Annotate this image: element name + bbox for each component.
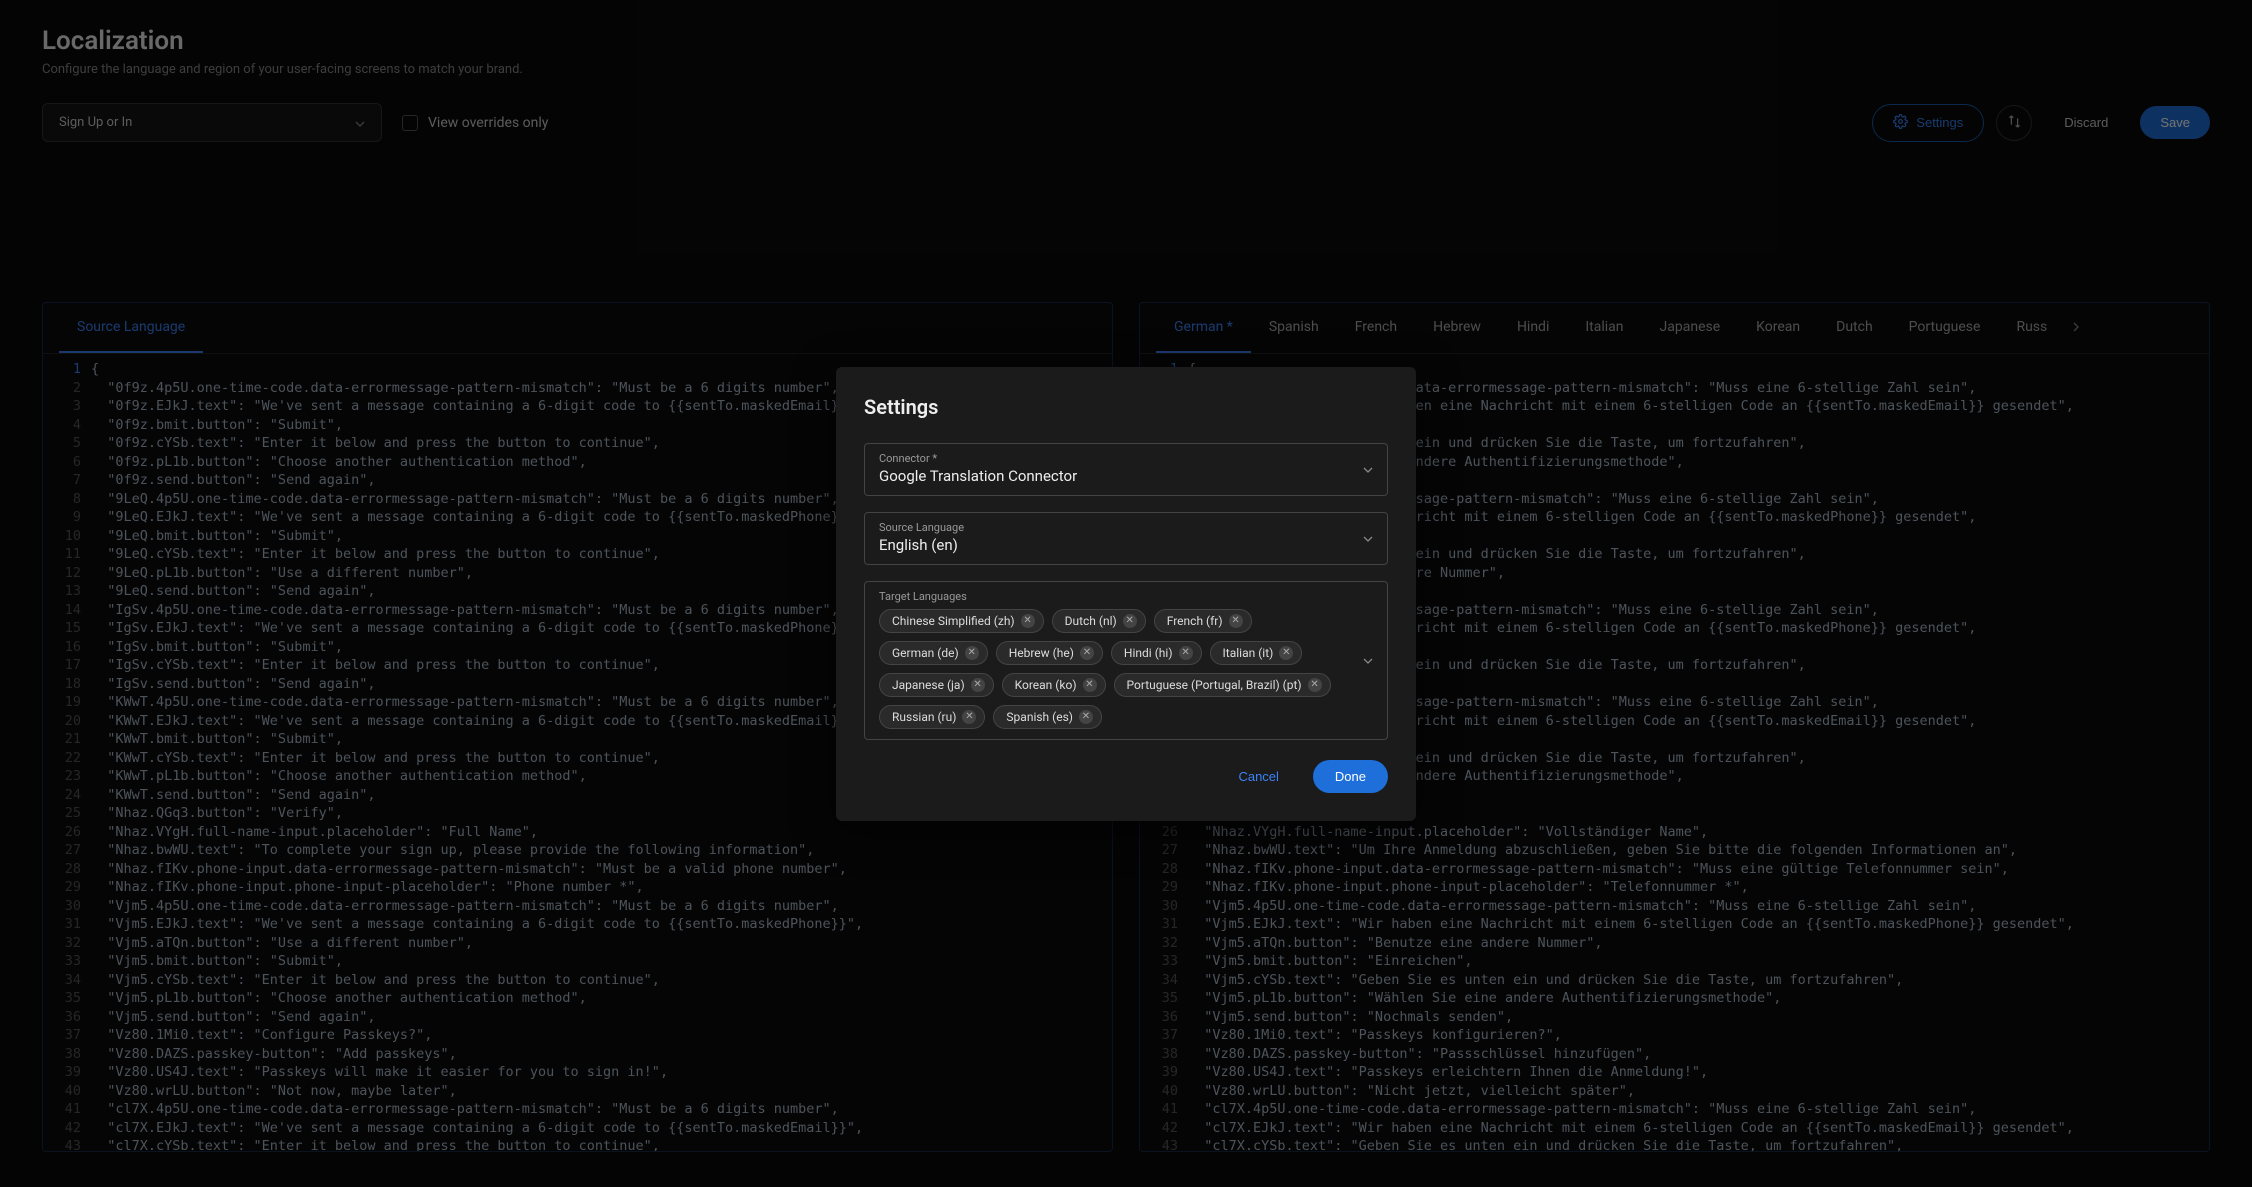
settings-modal: Settings Connector * Google Translation … — [836, 367, 1416, 821]
chip-label: French (fr) — [1167, 614, 1223, 628]
source-language-value: English (en) — [879, 536, 958, 554]
chip-label: Portuguese (Portugal, Brazil) (pt) — [1127, 678, 1302, 692]
chevron-down-icon — [1363, 655, 1373, 665]
chevron-down-icon — [1363, 464, 1373, 474]
target-languages-label: Target Languages — [879, 590, 1347, 603]
target-languages-select[interactable]: Target Languages Chinese Simplified (zh)… — [864, 581, 1388, 740]
chip-remove-icon[interactable]: ✕ — [1279, 646, 1293, 660]
language-chip: Spanish (es) ✕ — [993, 705, 1102, 729]
done-button[interactable]: Done — [1313, 760, 1388, 793]
connector-select[interactable]: Connector * Google Translation Connector — [864, 443, 1388, 496]
language-chip: French (fr) ✕ — [1154, 609, 1252, 633]
source-language-label: Source Language — [879, 521, 1373, 534]
chip-remove-icon[interactable]: ✕ — [1079, 710, 1093, 724]
language-chip: Korean (ko) ✕ — [1002, 673, 1106, 697]
chip-label: Korean (ko) — [1015, 678, 1077, 692]
chip-remove-icon[interactable]: ✕ — [1123, 614, 1137, 628]
connector-label: Connector * — [879, 452, 1373, 465]
chip-label: Spanish (es) — [1006, 710, 1073, 724]
chip-remove-icon[interactable]: ✕ — [1308, 678, 1322, 692]
modal-title: Settings — [864, 395, 1388, 419]
chip-label: Russian (ru) — [892, 710, 956, 724]
chip-remove-icon[interactable]: ✕ — [1080, 646, 1094, 660]
language-chip: Hindi (hi) ✕ — [1111, 641, 1202, 665]
chip-label: Chinese Simplified (zh) — [892, 614, 1015, 628]
language-chip: Chinese Simplified (zh) ✕ — [879, 609, 1044, 633]
chip-remove-icon[interactable]: ✕ — [1179, 646, 1193, 660]
chip-remove-icon[interactable]: ✕ — [971, 678, 985, 692]
chip-remove-icon[interactable]: ✕ — [1021, 614, 1035, 628]
chip-remove-icon[interactable]: ✕ — [962, 710, 976, 724]
chip-label: Japanese (ja) — [892, 678, 965, 692]
chip-label: German (de) — [892, 646, 959, 660]
chip-label: Hebrew (he) — [1009, 646, 1074, 660]
chip-label: Dutch (nl) — [1065, 614, 1117, 628]
language-chip: Italian (it) ✕ — [1210, 641, 1303, 665]
chip-label: Italian (it) — [1223, 646, 1274, 660]
language-chip: Dutch (nl) ✕ — [1052, 609, 1146, 633]
modal-backdrop[interactable]: Settings Connector * Google Translation … — [0, 0, 2252, 1187]
cancel-button[interactable]: Cancel — [1216, 760, 1300, 793]
chevron-down-icon — [1363, 533, 1373, 543]
language-chip: German (de) ✕ — [879, 641, 988, 665]
chip-remove-icon[interactable]: ✕ — [1083, 678, 1097, 692]
chip-label: Hindi (hi) — [1124, 646, 1173, 660]
language-chip: Japanese (ja) ✕ — [879, 673, 994, 697]
chip-remove-icon[interactable]: ✕ — [965, 646, 979, 660]
chip-remove-icon[interactable]: ✕ — [1229, 614, 1243, 628]
language-chip: Hebrew (he) ✕ — [996, 641, 1103, 665]
source-language-select[interactable]: Source Language English (en) — [864, 512, 1388, 565]
connector-value: Google Translation Connector — [879, 467, 1077, 485]
language-chip: Portuguese (Portugal, Brazil) (pt) ✕ — [1114, 673, 1331, 697]
language-chip: Russian (ru) ✕ — [879, 705, 985, 729]
